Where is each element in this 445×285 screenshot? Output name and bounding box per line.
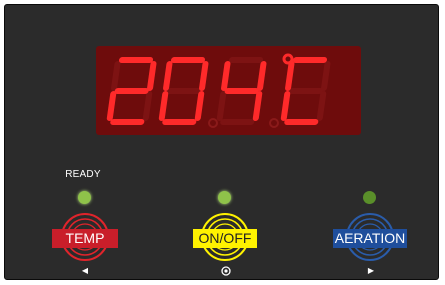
decimal-point-dim xyxy=(208,118,218,128)
degree-symbol xyxy=(282,53,294,65)
temp-button-label: TEMP xyxy=(51,229,119,248)
onoff-button[interactable]: ON/OFF xyxy=(184,212,266,262)
ready-label: READY xyxy=(65,169,101,180)
seven-segment-readout xyxy=(106,53,331,128)
temperature-display xyxy=(96,46,361,135)
temp-button[interactable]: TEMP xyxy=(44,212,126,262)
ready-led xyxy=(78,191,91,204)
aeration-button[interactable]: AERATION xyxy=(329,212,411,262)
onoff-button-label: ON/OFF xyxy=(192,229,258,248)
onoff-led xyxy=(218,191,231,204)
aeration-button-label-box: AERATION xyxy=(329,229,411,248)
circle-dot-icon xyxy=(221,266,231,276)
decimal-point xyxy=(269,118,279,128)
right-arrow-icon: ▶ xyxy=(367,266,375,275)
digit-4 xyxy=(221,61,267,121)
temp-button-label-box: TEMP xyxy=(44,229,126,248)
onoff-button-label-box: ON/OFF xyxy=(184,229,266,248)
aeration-led xyxy=(363,191,376,204)
aeration-button-label: AERATION xyxy=(332,229,408,248)
left-arrow-icon: ◀ xyxy=(81,266,89,275)
